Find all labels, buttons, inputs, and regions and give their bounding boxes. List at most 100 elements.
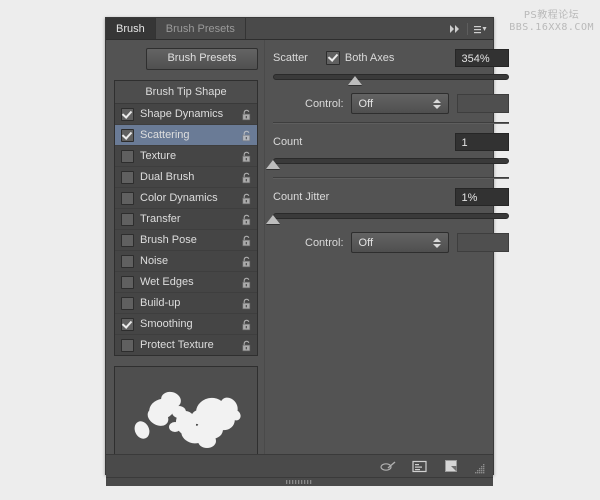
option-row-noise[interactable]: Noise (115, 251, 257, 272)
scatter-control-side-field[interactable] (456, 94, 509, 113)
option-label: Scattering (140, 129, 190, 141)
option-row-build-up[interactable]: Build-up (115, 293, 257, 314)
brush-options-list: Brush Tip Shape Shape Dynamics Scattering… (114, 80, 258, 356)
count-slider-thumb[interactable] (266, 160, 280, 169)
option-row-dual-brush[interactable]: Dual Brush (115, 167, 257, 188)
unlocked-icon[interactable] (242, 192, 252, 205)
count-jitter-row: Count Jitter 1% (273, 187, 509, 207)
count-value-field[interactable]: 1 (454, 133, 509, 151)
divider-1 (273, 122, 509, 124)
option-checkbox[interactable] (121, 254, 134, 268)
both-axes-label: Both Axes (344, 52, 395, 64)
count-jitter-slider[interactable] (266, 210, 509, 226)
option-checkbox[interactable] (121, 233, 134, 247)
brush-presets-button[interactable]: Brush Presets (146, 48, 258, 70)
jitter-control-label: Control: (305, 236, 344, 249)
option-label: Color Dynamics (140, 192, 218, 204)
option-row-scattering[interactable]: Scattering (115, 125, 257, 146)
option-row-protect-texture[interactable]: Protect Texture (115, 335, 257, 355)
unlocked-icon[interactable] (242, 318, 252, 331)
option-label: Transfer (140, 213, 181, 225)
option-checkbox[interactable] (121, 275, 134, 289)
panel-menu-icon[interactable] (472, 22, 488, 36)
option-label: Texture (140, 150, 177, 162)
jitter-control-row: Control: Off (273, 232, 509, 253)
option-label: Wet Edges (140, 276, 194, 288)
jitter-control-value: Off (358, 236, 374, 249)
double-chevron-right-icon[interactable] (447, 22, 463, 36)
stepper-arrows-icon (432, 98, 441, 109)
count-jitter-label: Count Jitter (273, 191, 330, 203)
jitter-control-side-field[interactable] (456, 233, 509, 252)
unlocked-icon[interactable] (242, 339, 252, 352)
option-header-brush-tip-shape[interactable]: Brush Tip Shape (115, 81, 257, 104)
panel-body: Brush Presets Brush Tip Shape Shape Dyna… (106, 40, 509, 471)
unlocked-icon[interactable] (242, 255, 252, 268)
panel-drag-handle[interactable] (106, 477, 493, 486)
new-preset-icon[interactable] (411, 459, 428, 474)
option-label: Noise (140, 255, 169, 267)
unlocked-icon[interactable] (242, 171, 252, 184)
drag-dots-icon (285, 480, 311, 484)
brush-panel: Brush Brush Presets Brush Presets Brush … (105, 17, 509, 486)
both-axes-checkbox-group[interactable]: Both Axes (325, 51, 395, 65)
option-label: Build-up (140, 297, 181, 309)
option-row-transfer[interactable]: Transfer (115, 209, 257, 230)
unlocked-icon[interactable] (242, 276, 252, 289)
option-row-smoothing[interactable]: Smoothing (115, 314, 257, 335)
option-checkbox[interactable] (121, 107, 134, 121)
unlocked-icon[interactable] (242, 297, 252, 310)
watermark: PS教程论坛 BBS.16XX8.COM (509, 10, 594, 34)
option-row-texture[interactable]: Texture (115, 146, 257, 167)
both-axes-checkbox[interactable] (325, 51, 340, 65)
scatter-slider-thumb[interactable] (348, 76, 363, 85)
count-slider[interactable] (266, 155, 509, 171)
option-checkbox[interactable] (121, 149, 134, 163)
count-row: Count 1 (273, 132, 509, 152)
option-label: Brush Pose (140, 234, 197, 246)
unlocked-icon[interactable] (242, 150, 252, 163)
scatter-value-field[interactable]: 354% (454, 49, 509, 67)
scatter-control-dropdown[interactable]: Off (350, 93, 449, 114)
watermark-line-1: PS教程论坛 (523, 10, 580, 21)
option-checkbox[interactable] (121, 128, 134, 142)
option-row-brush-pose[interactable]: Brush Pose (115, 230, 257, 251)
count-jitter-slider-thumb[interactable] (266, 215, 280, 224)
unlocked-icon[interactable] (242, 213, 252, 226)
unlocked-icon[interactable] (242, 108, 252, 121)
jitter-control-dropdown[interactable]: Off (350, 232, 449, 253)
option-checkbox[interactable] (121, 191, 134, 205)
watermark-line-2: BBS.16XX8.COM (509, 22, 594, 33)
tab-brush-presets[interactable]: Brush Presets (155, 18, 246, 39)
count-label: Count (273, 136, 303, 148)
option-checkbox[interactable] (121, 338, 134, 352)
option-checkbox[interactable] (121, 212, 134, 226)
scatter-control-row: Control: Off (273, 93, 509, 114)
scatter-slider[interactable] (273, 71, 509, 87)
tab-brush[interactable]: Brush (106, 18, 156, 39)
option-row-color-dynamics[interactable]: Color Dynamics (115, 188, 257, 209)
scatter-control-label: Control: (305, 97, 344, 110)
option-checkbox[interactable] (121, 296, 134, 310)
create-new-brush-icon[interactable] (442, 459, 459, 474)
unlocked-icon[interactable] (242, 129, 252, 142)
option-row-shape-dynamics[interactable]: Shape Dynamics (115, 104, 257, 125)
scattering-settings-column: Scatter Both Axes 354% Control: Off Coun… (264, 40, 517, 454)
option-row-wet-edges[interactable]: Wet Edges (115, 272, 257, 293)
scatter-row: Scatter Both Axes 354% (273, 48, 509, 68)
options-column: Brush Presets Brush Tip Shape Shape Dyna… (106, 40, 264, 471)
option-checkbox[interactable] (121, 317, 134, 331)
option-label: Shape Dynamics (140, 108, 224, 120)
scatter-control-value: Off (358, 97, 374, 110)
scatter-label: Scatter (273, 52, 308, 64)
toggle-brush-dirty-icon[interactable] (380, 459, 397, 474)
scatter-slider-track[interactable] (273, 74, 509, 80)
count-slider-track[interactable] (273, 158, 509, 164)
unlocked-icon[interactable] (242, 234, 252, 247)
option-checkbox[interactable] (121, 170, 134, 184)
count-jitter-value-field[interactable]: 1% (454, 188, 509, 206)
divider-2 (273, 177, 509, 179)
count-jitter-slider-track[interactable] (273, 213, 509, 219)
resize-grip-icon[interactable] (475, 461, 485, 474)
panel-tab-bar: Brush Brush Presets (106, 18, 493, 40)
